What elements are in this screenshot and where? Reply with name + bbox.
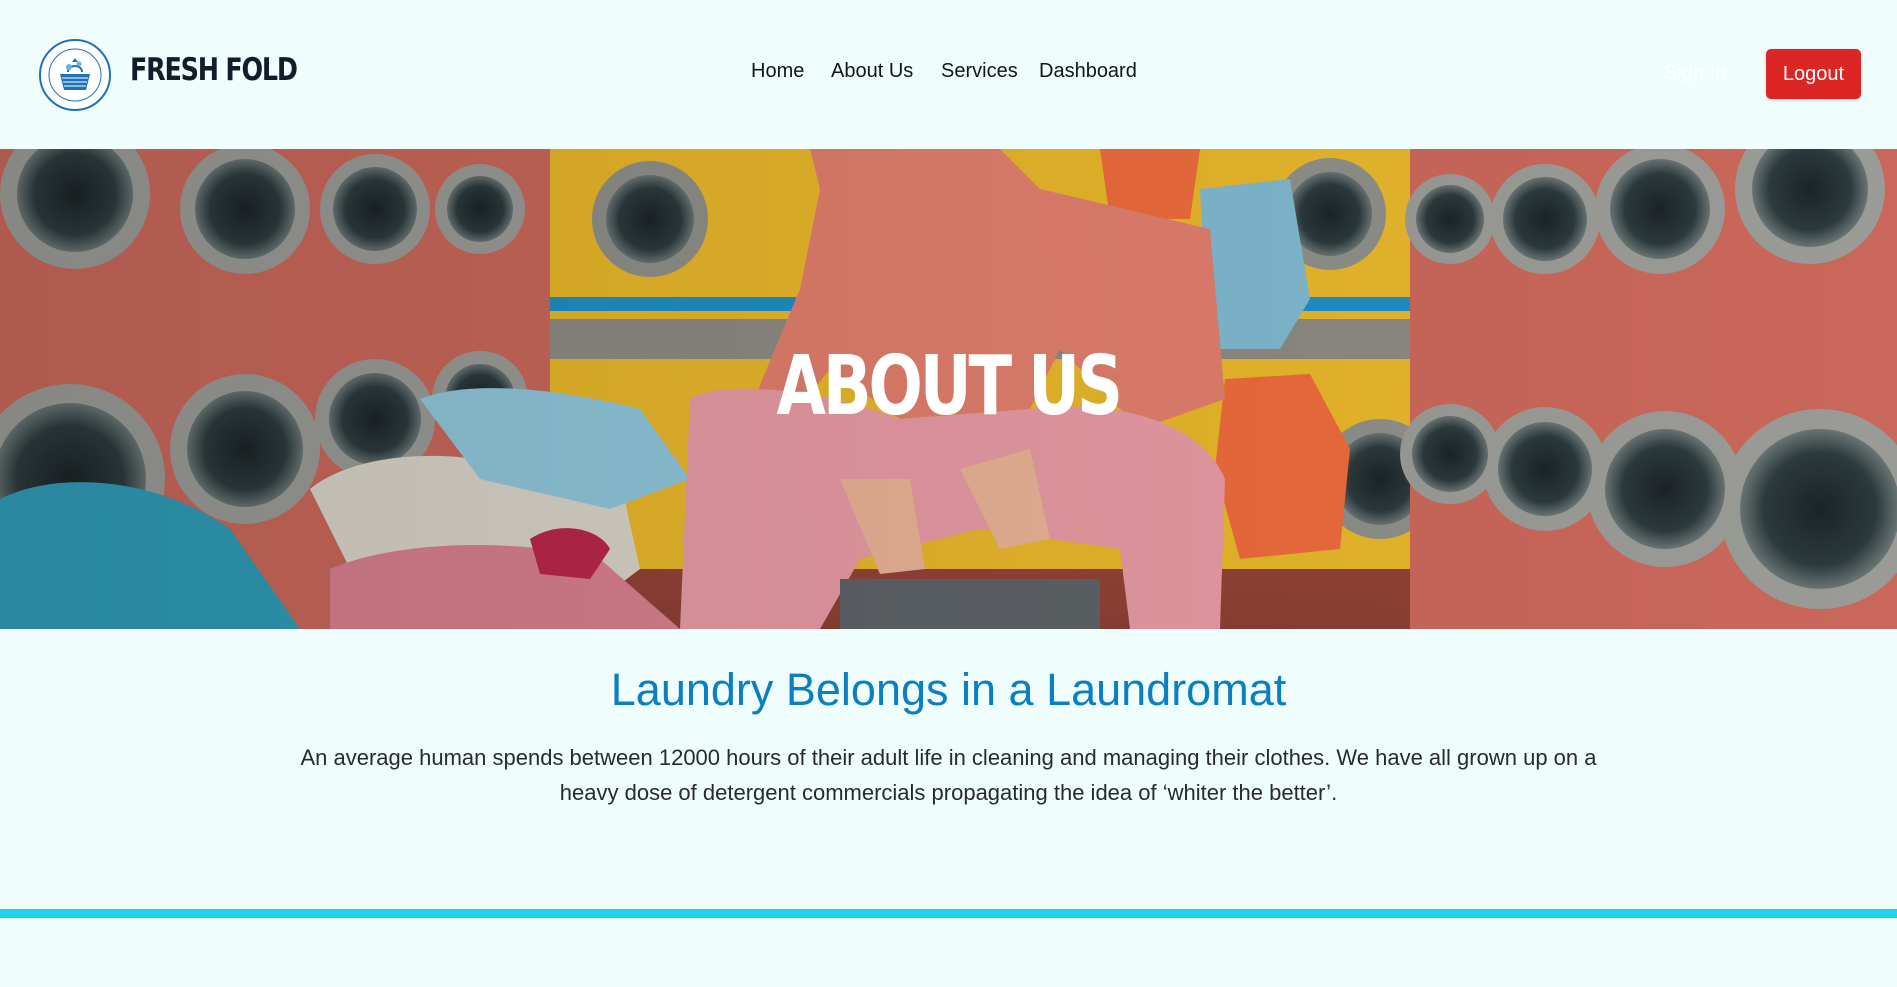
section-body-text: An average human spends between 12000 ho… bbox=[300, 745, 1597, 805]
nav-services[interactable]: Services bbox=[941, 60, 1018, 83]
sign-in-link[interactable]: Sign In bbox=[1664, 62, 1726, 85]
logout-button[interactable]: Logout bbox=[1766, 49, 1861, 99]
nav-home[interactable]: Home bbox=[751, 60, 804, 83]
section-headline: Laundry Belongs in a Laundromat bbox=[610, 664, 1287, 715]
site-header: FRESH FOLD Home About Us Services Dashbo… bbox=[0, 0, 1897, 149]
nav-about-us[interactable]: About Us bbox=[831, 60, 913, 83]
hero-title: ABOUT US bbox=[776, 339, 1124, 434]
nav-dashboard[interactable]: Dashboard bbox=[1039, 60, 1137, 83]
main-nav: Home About Us Services Dashboard bbox=[0, 60, 1897, 90]
section-divider bbox=[0, 909, 1897, 918]
hero-banner: ABOUT US bbox=[0, 149, 1897, 629]
